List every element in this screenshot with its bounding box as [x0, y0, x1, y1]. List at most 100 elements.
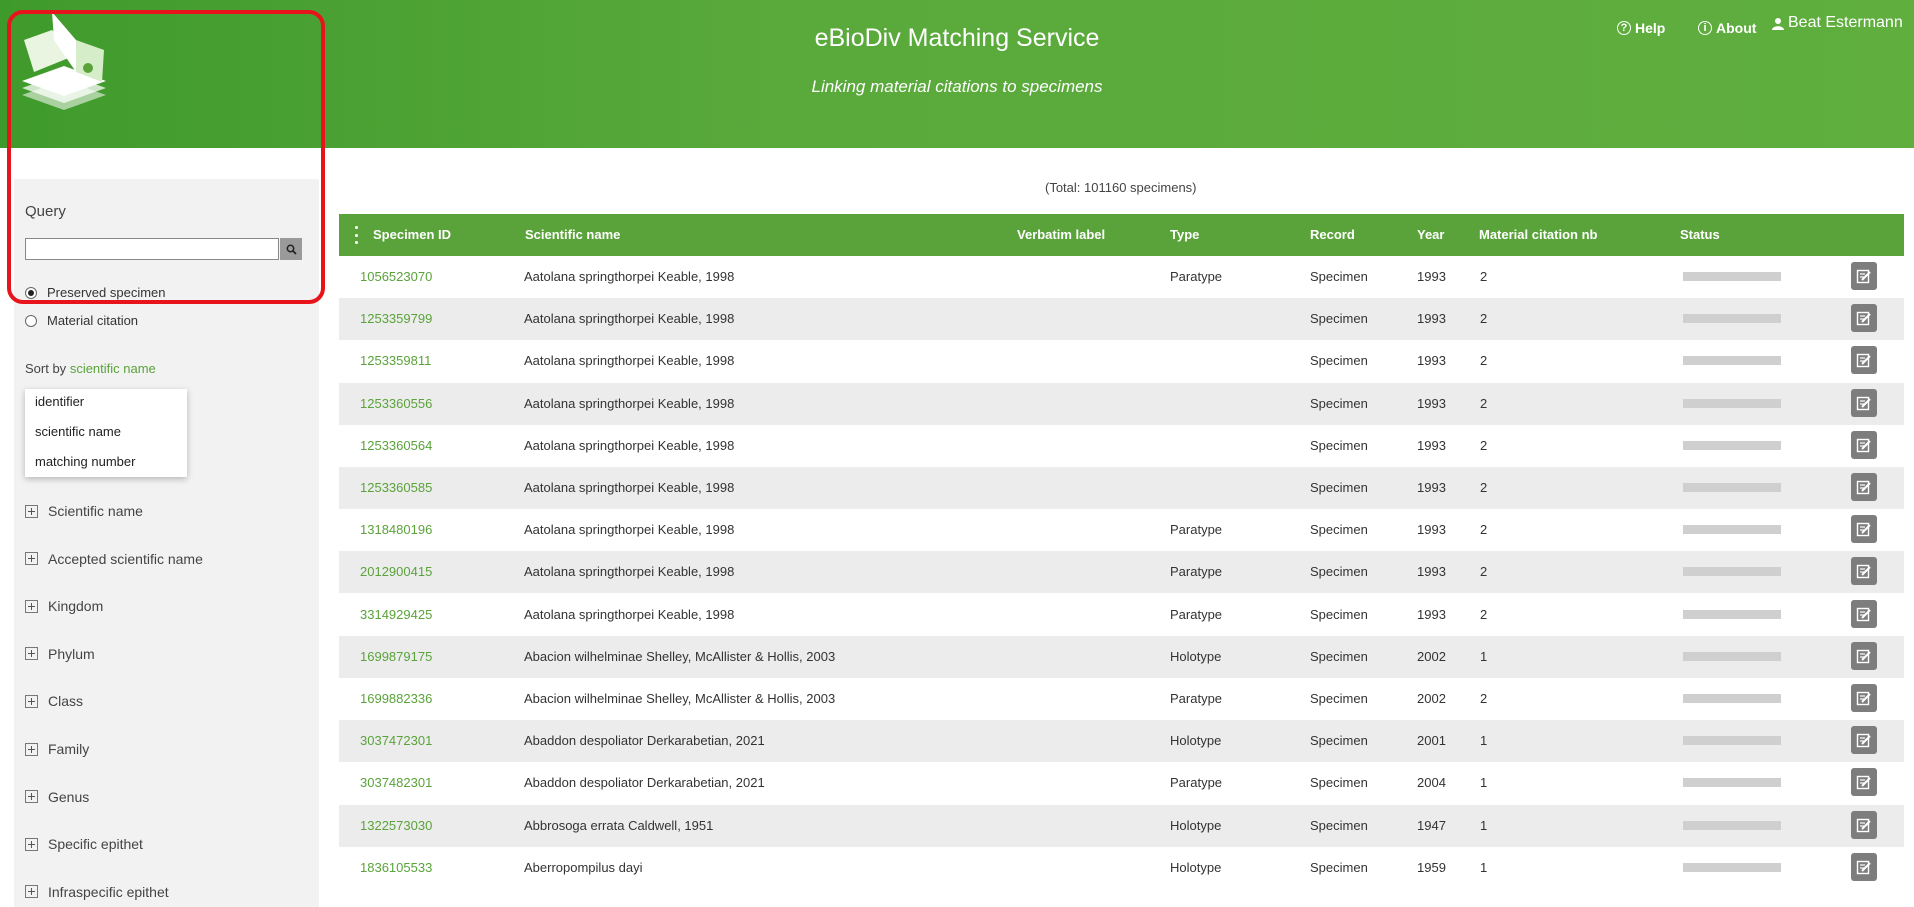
- plus-box-icon[interactable]: [25, 790, 38, 804]
- status-bar: [1683, 820, 1781, 830]
- specimen-id-link[interactable]: 1699882336: [360, 691, 432, 706]
- plus-box-icon[interactable]: [25, 742, 38, 756]
- specimen-id-link[interactable]: 1253359799: [360, 311, 432, 326]
- facet-label: Specific epithet: [48, 836, 143, 853]
- edit-button[interactable]: [1851, 388, 1877, 417]
- type-cell: Holotype: [1170, 733, 1222, 749]
- record-cell: Specimen: [1310, 775, 1368, 791]
- specimen-id-link[interactable]: 1699879175: [360, 649, 432, 664]
- year-cell: 2002: [1417, 648, 1446, 664]
- table-row: 1699879175 Abacion wilhelminae Shelley, M…: [339, 635, 1904, 678]
- facet-class[interactable]: Class: [25, 693, 83, 709]
- edit-button[interactable]: [1851, 641, 1877, 670]
- edit-button[interactable]: [1851, 304, 1877, 333]
- record-cell: Specimen: [1310, 817, 1368, 833]
- plus-box-icon[interactable]: [25, 694, 38, 708]
- specimen-id-link[interactable]: 1253359811: [360, 353, 431, 368]
- specimen-id-link[interactable]: 1253360556: [360, 396, 432, 411]
- facet-kingdom[interactable]: Kingdom: [25, 598, 103, 614]
- facet-infraspecific-epithet[interactable]: Infraspecific epithet: [25, 884, 169, 900]
- year-cell: 1993: [1417, 522, 1446, 538]
- specimen-id-link[interactable]: 3037482301: [360, 775, 432, 790]
- column-header-status[interactable]: Status: [1680, 227, 1720, 242]
- edit-button[interactable]: [1851, 262, 1877, 290]
- edit-button[interactable]: [1851, 557, 1877, 586]
- column-header-verbatim-label[interactable]: Verbatim label: [1017, 227, 1105, 242]
- plus-box-icon[interactable]: [25, 885, 38, 899]
- facet-accepted-scientific-name[interactable]: Accepted scientific name: [25, 551, 203, 567]
- material-citation-nb-cell: 1: [1480, 817, 1488, 833]
- about-link[interactable]: i About: [1698, 20, 1756, 36]
- specimen-id-link[interactable]: 1253360564: [360, 438, 432, 453]
- edit-button[interactable]: [1851, 599, 1877, 628]
- help-link[interactable]: ? Help: [1617, 20, 1665, 36]
- scientific-name-cell: Aatolana springthorpei Keable, 1998: [524, 437, 735, 453]
- year-cell: 1959: [1417, 859, 1446, 875]
- column-header-material-citation-nb[interactable]: Material citation nb: [1479, 227, 1597, 242]
- table-row: 1836105533 Aberropompilus dayi Holotype Spe…: [339, 847, 1904, 889]
- edit-button[interactable]: [1851, 810, 1877, 839]
- user-menu[interactable]: Beat Estermann: [1772, 14, 1903, 32]
- sort-dropdown-toggle[interactable]: scientific name: [70, 361, 156, 376]
- record-cell: Specimen: [1310, 606, 1368, 622]
- edit-button[interactable]: [1851, 346, 1877, 375]
- radio-button[interactable]: [25, 314, 37, 327]
- facet-phylum[interactable]: Phylum: [25, 646, 95, 662]
- facet-genus[interactable]: Genus: [25, 789, 89, 805]
- specimen-id-link[interactable]: 1318480196: [360, 522, 432, 537]
- facet-label: Family: [48, 741, 90, 757]
- search-button[interactable]: [280, 238, 302, 260]
- edit-button[interactable]: [1851, 473, 1877, 501]
- specimen-id-link[interactable]: 3314929425: [360, 607, 432, 622]
- material-citation-nb-cell: 1: [1480, 859, 1488, 875]
- facet-scientific-name[interactable]: Scientific name: [25, 503, 143, 519]
- sort-option-scientific-name[interactable]: scientific name: [35, 424, 121, 439]
- search-icon: [286, 244, 297, 255]
- facet-specific-epithet[interactable]: Specific epithet: [25, 836, 143, 852]
- sort-option-identifier[interactable]: identifier: [35, 394, 84, 409]
- specimen-id-link[interactable]: 2012900415: [360, 564, 432, 579]
- specimen-id-link[interactable]: 1322573030: [360, 818, 432, 833]
- edit-button[interactable]: [1851, 430, 1877, 459]
- radio-button-selected[interactable]: [25, 286, 37, 299]
- scientific-name-cell: Abaddon despoliator Derkarabetian, 2021: [524, 733, 765, 749]
- edit-button[interactable]: [1851, 684, 1877, 712]
- record-cell: Specimen: [1310, 311, 1368, 327]
- radio-material-citation[interactable]: Material citation: [25, 313, 138, 328]
- column-header-year[interactable]: Year: [1417, 227, 1444, 242]
- edit-button[interactable]: [1851, 852, 1877, 881]
- plus-box-icon[interactable]: [25, 552, 38, 566]
- specimen-id-link[interactable]: 3037472301: [360, 733, 432, 748]
- specimen-id-link[interactable]: 1836105533: [360, 860, 432, 875]
- plus-box-icon[interactable]: [25, 837, 38, 851]
- plus-box-icon[interactable]: [25, 647, 38, 661]
- edit-icon: [1856, 818, 1871, 832]
- table-row: 1253360585 Aatolana springthorpei Keable,…: [339, 467, 1904, 509]
- scientific-name-cell: Aatolana springthorpei Keable, 1998: [524, 395, 735, 411]
- edit-button[interactable]: [1851, 768, 1877, 797]
- kebab-menu-icon[interactable]: [355, 226, 359, 244]
- table-row: 1253360556 Aatolana springthorpei Keable,…: [339, 382, 1904, 425]
- scientific-name-cell: Aatolana springthorpei Keable, 1998: [524, 353, 735, 369]
- search-input[interactable]: [25, 238, 279, 260]
- scientific-name-cell: Aatolana springthorpei Keable, 1998: [524, 522, 735, 538]
- column-header-type[interactable]: Type: [1170, 227, 1199, 242]
- specimen-id-link[interactable]: 1253360585: [360, 480, 432, 495]
- sort-option-matching-number[interactable]: matching number: [35, 454, 135, 469]
- column-header-scientific-name[interactable]: Scientific name: [525, 227, 620, 242]
- query-label: Query: [25, 203, 66, 220]
- facet-label: Scientific name: [48, 503, 143, 519]
- specimen-id-link[interactable]: 1056523070: [360, 269, 432, 284]
- total-count: (Total: 101160 specimens): [1045, 180, 1197, 195]
- radio-preserved-specimen[interactable]: Preserved specimen: [25, 285, 166, 300]
- table-row: 1253359811 Aatolana springthorpei Keable,…: [339, 340, 1904, 382]
- column-header-record[interactable]: Record: [1310, 227, 1355, 242]
- column-header-specimen-id[interactable]: Specimen ID: [373, 227, 451, 242]
- edit-button[interactable]: [1851, 726, 1877, 755]
- plus-box-icon[interactable]: [25, 504, 38, 518]
- edit-button[interactable]: [1851, 515, 1877, 544]
- material-citation-nb-cell: 2: [1480, 269, 1488, 284]
- facet-family[interactable]: Family: [25, 741, 89, 757]
- plus-box-icon[interactable]: [25, 599, 38, 613]
- material-citation-nb-cell: 2: [1480, 353, 1488, 369]
